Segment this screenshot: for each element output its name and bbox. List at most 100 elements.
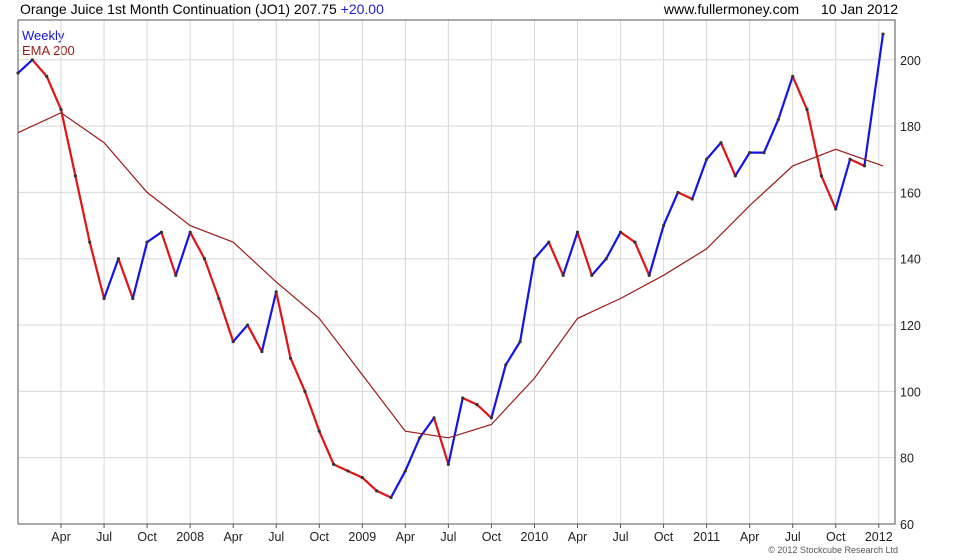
y-tick-label: 120 bbox=[900, 319, 921, 333]
price-segment bbox=[590, 257, 608, 277]
price-point bbox=[88, 240, 92, 244]
price-point bbox=[489, 416, 494, 420]
y-tick-label: 200 bbox=[900, 54, 921, 68]
price-segment bbox=[605, 231, 622, 260]
price-point bbox=[317, 429, 321, 433]
x-tick-label: Apr bbox=[740, 530, 759, 544]
price-point bbox=[819, 174, 823, 178]
price-segment bbox=[260, 290, 278, 353]
price-point bbox=[461, 396, 465, 400]
price-point bbox=[260, 349, 264, 354]
price-point bbox=[245, 323, 250, 327]
ema-line bbox=[17, 112, 884, 439]
price-point bbox=[762, 151, 766, 155]
price-segment bbox=[246, 323, 263, 353]
price-segment bbox=[777, 75, 794, 121]
price-point bbox=[375, 489, 379, 493]
price-point bbox=[561, 273, 565, 277]
y-tick-label: 140 bbox=[900, 253, 921, 267]
price-point bbox=[705, 157, 709, 161]
price-segment bbox=[361, 476, 378, 492]
price-segment bbox=[676, 191, 694, 201]
x-tick-label: Jul bbox=[96, 530, 112, 544]
price-point bbox=[733, 174, 737, 178]
x-tick-label: 2012 bbox=[865, 530, 893, 544]
price-segment bbox=[318, 430, 335, 466]
price-point bbox=[676, 190, 680, 195]
price-segment bbox=[619, 231, 636, 244]
price-point bbox=[116, 257, 121, 261]
price-point bbox=[575, 230, 580, 234]
price-segment bbox=[146, 231, 163, 244]
price-segment bbox=[131, 241, 149, 300]
price-segment bbox=[504, 340, 522, 366]
price-point bbox=[862, 164, 867, 168]
price-segment bbox=[174, 231, 192, 277]
price-segment bbox=[805, 108, 823, 177]
price-segment bbox=[461, 396, 479, 406]
price-point bbox=[188, 230, 192, 234]
x-tick-label: Oct bbox=[137, 530, 157, 544]
price-point bbox=[633, 240, 637, 244]
price-segment bbox=[102, 257, 120, 300]
x-tick-label: Apr bbox=[223, 530, 242, 544]
x-tick-label: 2008 bbox=[176, 530, 204, 544]
price-point bbox=[274, 290, 278, 294]
price-point bbox=[661, 223, 666, 228]
price-segment bbox=[189, 231, 206, 260]
price-point bbox=[102, 296, 106, 301]
price-point bbox=[848, 157, 852, 161]
price-segment bbox=[834, 158, 852, 211]
price-segment bbox=[791, 75, 809, 111]
price-point bbox=[45, 74, 49, 78]
price-point bbox=[881, 32, 885, 36]
price-segment bbox=[848, 158, 866, 167]
price-chart: Apr Jul Oct 2008 Apr Jul Oct 2009 Apr Jul Oct 2010 A… bbox=[16, 19, 921, 544]
price-segment bbox=[648, 224, 665, 277]
price-segment bbox=[375, 489, 393, 499]
price-segment bbox=[232, 323, 249, 343]
price-point bbox=[532, 257, 537, 261]
y-tick-label: 80 bbox=[900, 452, 914, 466]
price-segment bbox=[719, 141, 737, 177]
x-tick-label: Apr bbox=[51, 530, 70, 544]
x-tick-label: Jul bbox=[440, 530, 456, 544]
price-segment bbox=[289, 357, 307, 393]
price-point bbox=[432, 416, 436, 420]
price-point bbox=[719, 141, 723, 145]
plot-frame bbox=[17, 19, 896, 525]
y-tick-label: 180 bbox=[900, 120, 921, 134]
price-segment bbox=[447, 396, 464, 466]
price-segment bbox=[691, 158, 708, 201]
price-segment bbox=[705, 141, 723, 161]
x-tick-label: Oct bbox=[310, 530, 330, 544]
price-segment bbox=[519, 257, 536, 343]
price-point bbox=[418, 436, 422, 440]
copyright-notice: © 2012 Stockcube Research Ltd bbox=[768, 545, 898, 555]
x-tick-label: Jul bbox=[785, 530, 801, 544]
price-segment bbox=[389, 469, 407, 499]
x-tick-label: Jul bbox=[268, 530, 284, 544]
price-point bbox=[16, 71, 20, 75]
price-point bbox=[59, 107, 63, 112]
price-segment bbox=[59, 108, 77, 177]
x-tick-label: Apr bbox=[568, 530, 587, 544]
price-point bbox=[202, 257, 207, 261]
price-point bbox=[647, 273, 651, 277]
price-point bbox=[805, 107, 809, 112]
price-point bbox=[332, 462, 336, 466]
price-point bbox=[604, 257, 608, 261]
price-point bbox=[475, 403, 479, 407]
x-tick-label: Oct bbox=[482, 530, 502, 544]
y-tick-label: 160 bbox=[900, 186, 921, 200]
price-segment bbox=[117, 257, 134, 300]
price-point bbox=[288, 356, 293, 360]
price-point bbox=[834, 207, 838, 211]
price-segment bbox=[734, 151, 751, 177]
price-point bbox=[145, 240, 149, 244]
price-segment bbox=[160, 231, 177, 277]
price-segment bbox=[203, 257, 220, 300]
price-point bbox=[748, 151, 752, 155]
y-tick-label: 60 bbox=[900, 518, 914, 532]
price-point bbox=[73, 174, 77, 178]
